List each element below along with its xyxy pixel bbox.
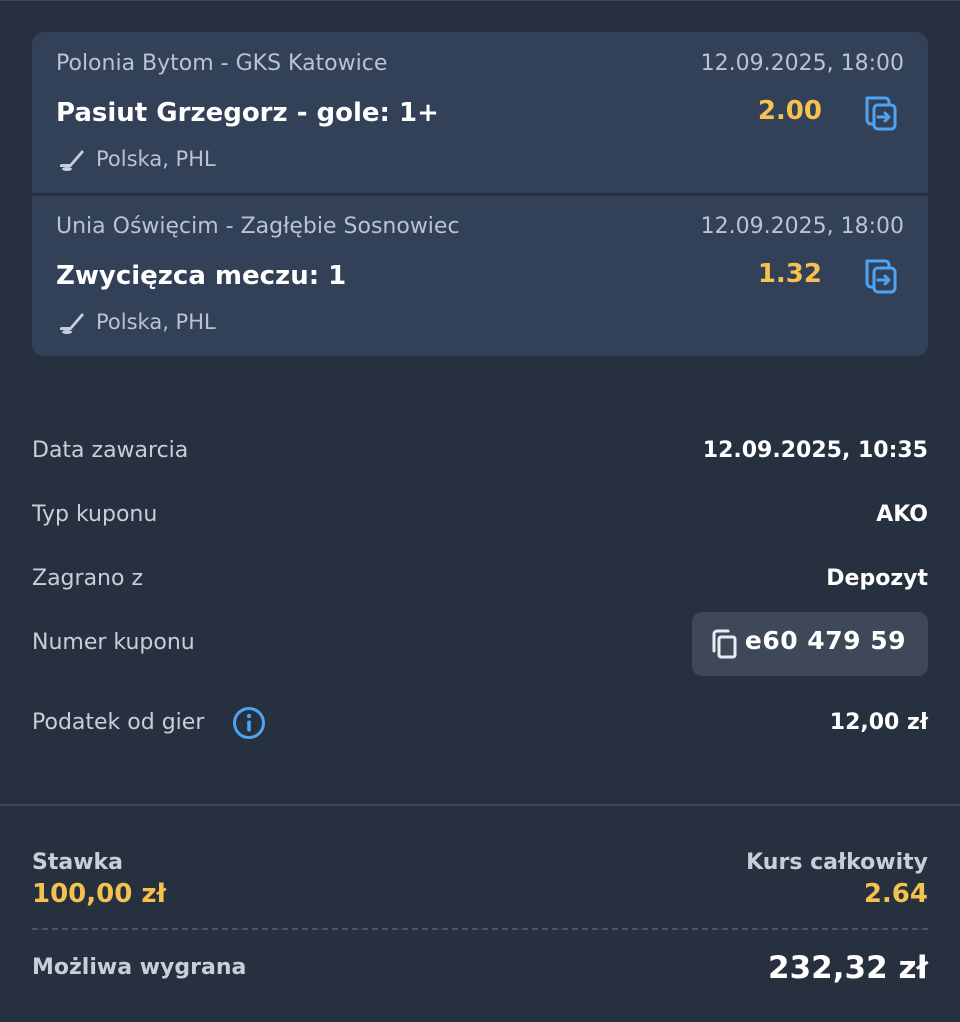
bet-league: Polska, PHL [96, 147, 216, 171]
detail-row-type: Typ kuponu AKO [32, 496, 928, 536]
played-from-value: Depozyt [826, 566, 928, 591]
bet-item[interactable]: Polonia Bytom - GKS Katowice 12.09.2025,… [32, 32, 928, 194]
total-odds-value: 2.64 [863, 879, 928, 909]
swap-icon[interactable] [864, 94, 898, 132]
bet-datetime: 12.09.2025, 18:00 [700, 51, 904, 76]
copy-coupon-button[interactable]: e60 479 59 [692, 612, 928, 676]
tax-label: Podatek od gier [32, 710, 205, 735]
stake-value: 100,00 zł [32, 879, 167, 909]
bet-item[interactable]: Unia Oświęcim - Zagłębie Sosnowiec 12.09… [32, 195, 928, 356]
hockey-stick-icon [60, 150, 84, 171]
dashed-divider [32, 928, 928, 930]
bet-match: Unia Oświęcim - Zagłębie Sosnowiec [56, 214, 460, 239]
bet-datetime: 12.09.2025, 18:00 [700, 214, 904, 239]
possible-win-value: 232,32 zł [768, 950, 928, 986]
type-value: AKO [876, 502, 928, 527]
total-odds-label: Kurs całkowity [746, 850, 928, 875]
hockey-stick-icon [60, 313, 84, 334]
detail-row-played-from: Zagrano z Depozyt [32, 560, 928, 600]
coupon-label: Numer kuponu [32, 630, 195, 655]
played-from-label: Zagrano z [32, 566, 143, 591]
info-icon[interactable] [232, 706, 266, 740]
coupon-number: e60 479 59 [744, 626, 906, 655]
detail-row-date: Data zawarcia 12.09.2025, 10:35 [32, 432, 928, 472]
top-border [0, 0, 960, 1]
divider [0, 804, 960, 806]
stake-label: Stawka [32, 850, 124, 875]
bet-selection: Pasiut Grzegorz - gole: 1+ [56, 98, 439, 128]
date-value: 12.09.2025, 10:35 [702, 438, 928, 463]
bet-selection: Zwycięzca meczu: 1 [56, 261, 347, 291]
detail-row-tax: Podatek od gier 12,00 zł [32, 704, 928, 744]
copy-icon [712, 629, 737, 659]
bet-match: Polonia Bytom - GKS Katowice [56, 51, 388, 76]
possible-win-label: Możliwa wygrana [32, 955, 247, 980]
date-label: Data zawarcia [32, 438, 189, 463]
bets-list: Polonia Bytom - GKS Katowice 12.09.2025,… [32, 32, 928, 356]
type-label: Typ kuponu [32, 502, 158, 527]
detail-row-coupon: Numer kuponu e60 479 59 [32, 612, 928, 676]
bet-odds: 1.32 [757, 259, 822, 289]
bet-odds: 2.00 [757, 96, 822, 126]
tax-value: 12,00 zł [829, 710, 928, 735]
bet-league: Polska, PHL [96, 310, 216, 334]
swap-icon[interactable] [864, 257, 898, 295]
